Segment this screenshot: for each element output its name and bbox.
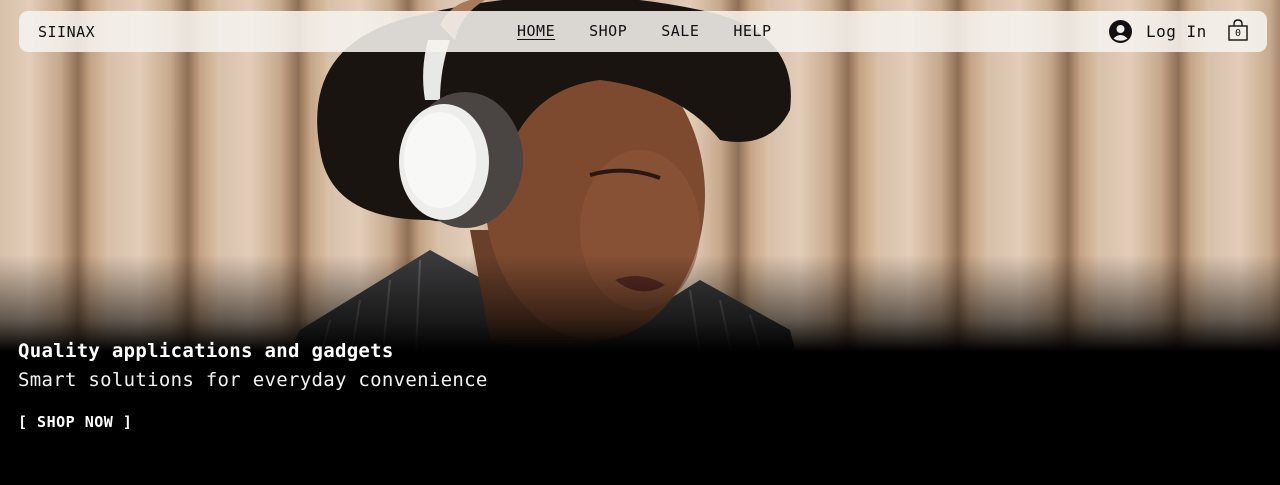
user-avatar-icon	[1109, 20, 1132, 43]
brand-logo[interactable]: SIINAX	[38, 23, 95, 41]
cart-count: 0	[1234, 28, 1242, 39]
cart-button[interactable]: 0	[1228, 19, 1250, 43]
hero-section: Quality applications and gadgets Smart s…	[0, 0, 1280, 485]
shop-now-button[interactable]: [ SHOP NOW ]	[18, 413, 132, 431]
login-button[interactable]: Log In	[1109, 20, 1207, 43]
hero-title: Quality applications and gadgets	[18, 340, 394, 362]
nav-sale[interactable]: SALE	[661, 22, 699, 40]
nav-shop[interactable]: SHOP	[589, 22, 627, 40]
main-nav: HOME SHOP SALE HELP	[517, 22, 772, 40]
login-label: Log In	[1146, 22, 1207, 41]
site-header: SIINAX HOME SHOP SALE HELP Log In 0	[19, 11, 1267, 52]
hero-subtitle: Smart solutions for everyday convenience	[18, 369, 488, 391]
nav-help[interactable]: HELP	[733, 22, 771, 40]
nav-home[interactable]: HOME	[517, 22, 555, 40]
